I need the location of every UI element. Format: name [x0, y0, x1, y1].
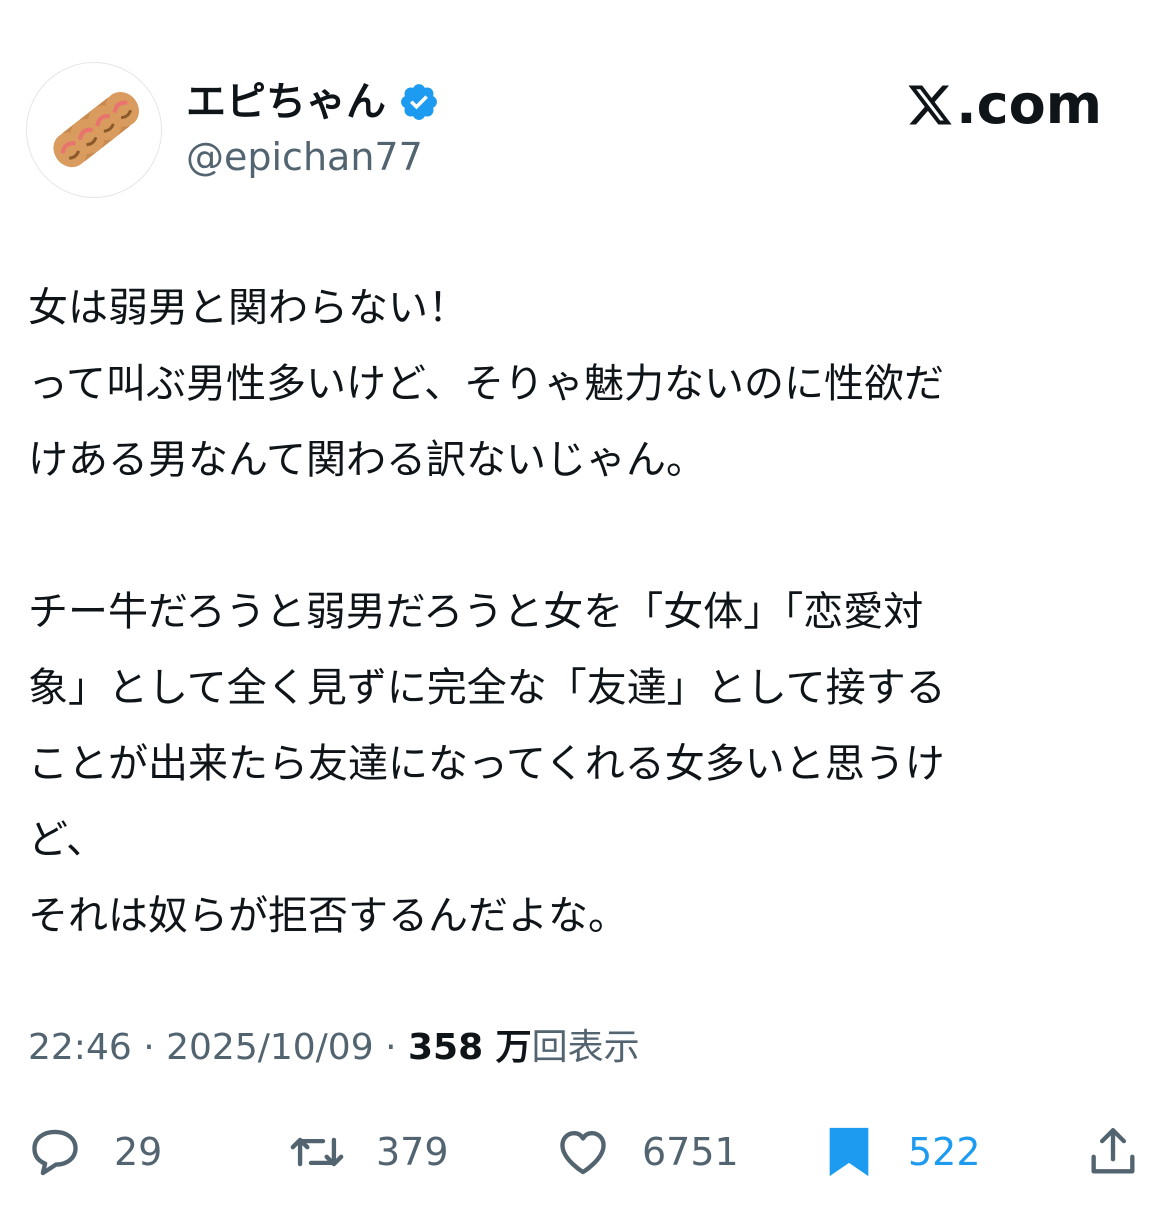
- tweet-line: ことが出来たら友達になってくれる女多いと思うけ: [28, 741, 945, 787]
- tweet-line: けある男なんて関わる訳ないじゃん。: [28, 437, 706, 483]
- reply-button[interactable]: 29: [26, 1120, 162, 1184]
- retweet-button[interactable]: 379: [288, 1120, 449, 1184]
- heart-icon: [560, 1130, 606, 1175]
- tweet-meta: 22:46 · 2025/10/09 · 358 万回表示: [28, 1022, 640, 1074]
- action-bar: 29 379 6751 522: [26, 1120, 1146, 1184]
- share-button[interactable]: [1084, 1120, 1142, 1184]
- tweet-time[interactable]: 22:46: [28, 1027, 132, 1068]
- churro-pastry-icon: [53, 91, 139, 168]
- tweet-line: って叫ぶ男性多いけど、そりゃ魅力ないのに性欲だ: [28, 361, 944, 407]
- bookmark-icon: [829, 1127, 869, 1177]
- tweet-line: それは奴らが拒否するんだよな。: [28, 893, 628, 939]
- display-name[interactable]: エピちゃん: [186, 76, 440, 128]
- brand-label: .com: [956, 73, 1102, 136]
- x-com-brand: .com: [906, 72, 1102, 138]
- x-logo-icon: [908, 85, 952, 125]
- meta-separator: ·: [143, 1027, 155, 1068]
- like-button[interactable]: 6751: [554, 1120, 739, 1184]
- meta-separator: ·: [385, 1027, 397, 1068]
- tweet-line: 女は弱男と関わらない！: [28, 285, 468, 331]
- bookmark-count: 522: [908, 1130, 981, 1174]
- tweet-line: ど、: [28, 817, 106, 863]
- views-label: 回表示: [531, 1027, 640, 1068]
- avatar[interactable]: [26, 62, 162, 198]
- reply-icon: [32, 1129, 78, 1176]
- share-icon: [1091, 1128, 1135, 1174]
- bookmark-button[interactable]: 522: [820, 1120, 981, 1184]
- user-handle[interactable]: @epichan77: [186, 132, 423, 182]
- tweet-date[interactable]: 2025/10/09: [166, 1027, 374, 1068]
- retweet-count: 379: [376, 1130, 449, 1174]
- tweet-text: 女は弱男と関わらない！ って叫ぶ男性多いけど、そりゃ魅力ないのに性欲だ けある男…: [28, 270, 1138, 954]
- display-name-text: エピちゃん: [186, 79, 386, 125]
- views-count: 358 万: [407, 1027, 532, 1068]
- like-count: 6751: [642, 1130, 739, 1174]
- verified-badge-icon: [401, 84, 437, 120]
- reply-count: 29: [114, 1130, 163, 1174]
- tweet-line: 象」として全く見ずに完全な「友達」として接する: [28, 665, 946, 711]
- tweet-line: チー牛だろうと弱男だろうと女を「女体」「恋愛対: [28, 589, 924, 635]
- retweet-icon: [290, 1137, 344, 1167]
